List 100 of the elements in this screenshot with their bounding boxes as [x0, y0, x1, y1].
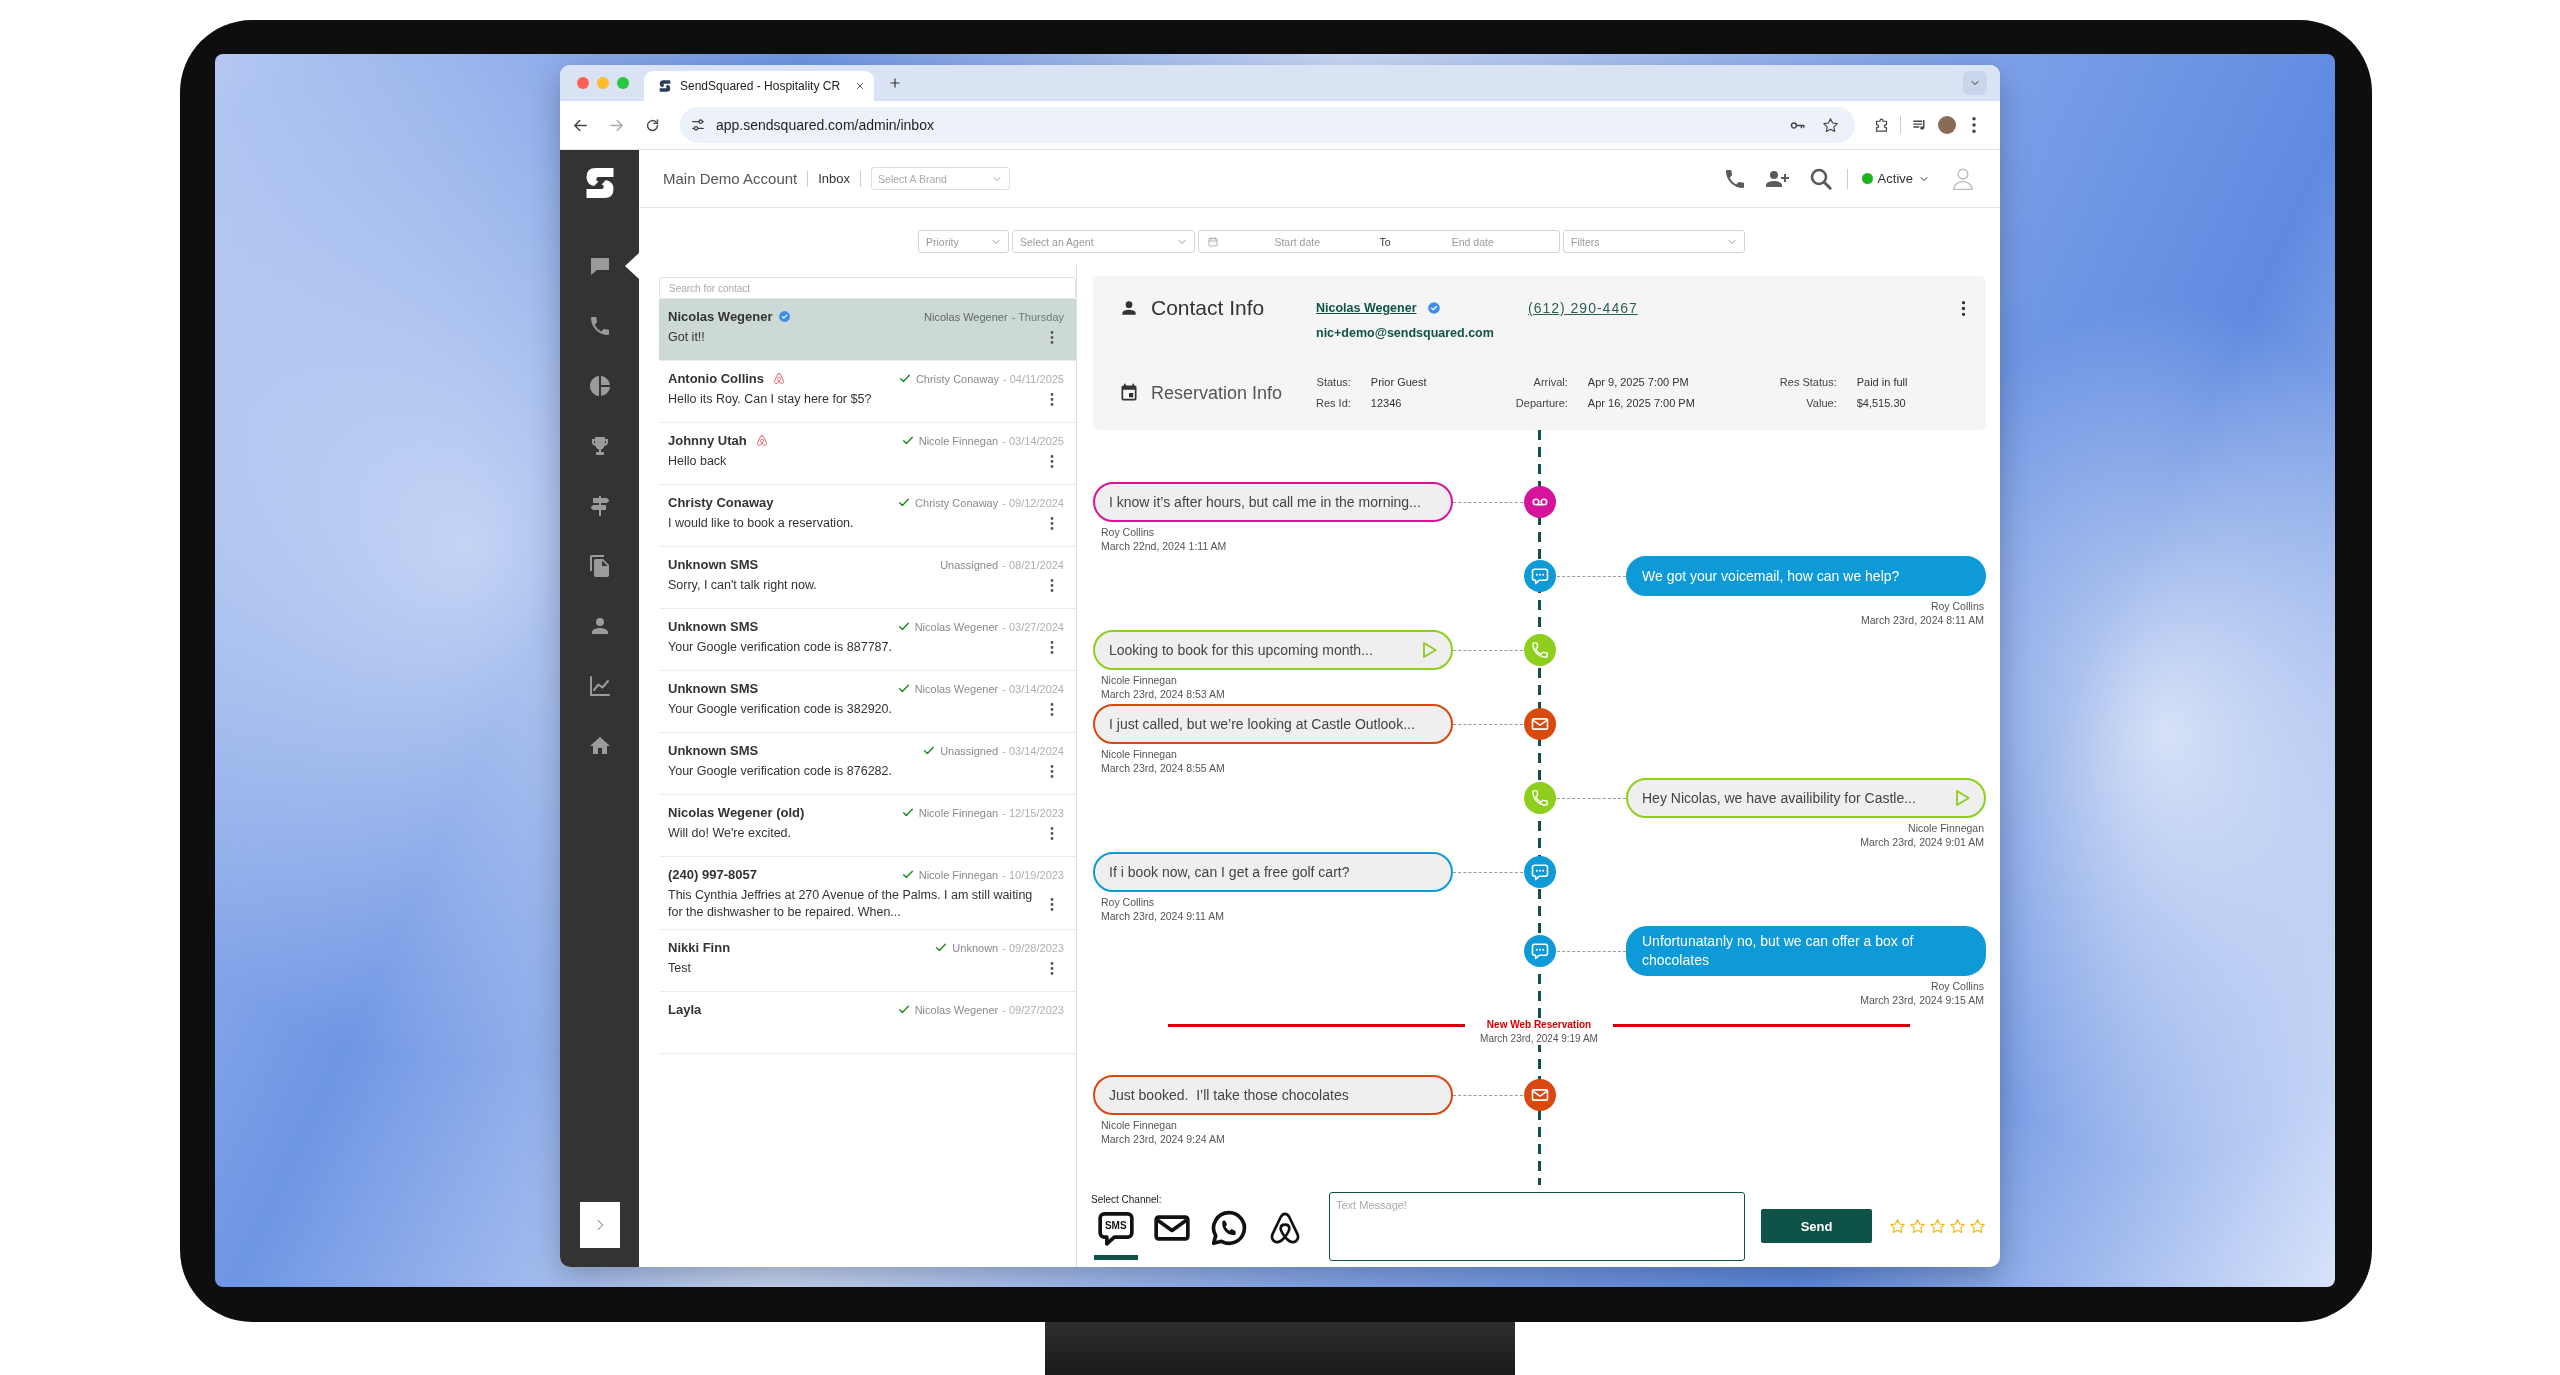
- field-value: 12346: [1370, 396, 1403, 411]
- contact-name-link[interactable]: Nicolas Wegener: [1316, 301, 1417, 315]
- assigned-agent: Unassigned: [940, 744, 999, 757]
- star-icon[interactable]: [1969, 1217, 1986, 1235]
- contact-name: Unknown SMS: [668, 619, 759, 634]
- copy-icon: [587, 554, 612, 578]
- sender-name: Nicole Finnegan: [1908, 821, 1984, 835]
- contact-name: (240) 997-8057: [668, 867, 757, 882]
- connector-line: [1453, 649, 1523, 651]
- star-icon[interactable]: [1949, 1217, 1966, 1235]
- envelope-icon[interactable]: [1523, 1079, 1556, 1111]
- message-preview: Your Google verification code is 382920.: [668, 701, 893, 718]
- sender-name: Nicole Finnegan: [1101, 1118, 1177, 1132]
- new-tab-icon[interactable]: [888, 76, 902, 90]
- contact-row[interactable]: Christy Conaway Christy Conaway - 09/12/2024 I would like to book a reservation.: [659, 485, 1076, 547]
- message-text: I know it’s after hours, but call me in the morning...: [1109, 492, 1422, 512]
- message-preview: Sorry, I can't talk right now.: [668, 577, 818, 594]
- field-label: Status:: [1316, 375, 1351, 390]
- assigned-agent: Unknown: [952, 941, 999, 954]
- message-date: - 09/12/2024: [1002, 496, 1064, 509]
- star-icon[interactable]: [1909, 1217, 1926, 1235]
- message-text: If i book now, can I get a free golf cart?: [1109, 862, 1351, 882]
- contact-row[interactable]: Unknown SMS Unassigned - 08/21/2024 Sorry, I can't talk right now.: [659, 547, 1076, 609]
- inbox-label: Inbox: [818, 171, 851, 186]
- contact-name: Johnny Utah: [668, 433, 747, 448]
- voicemail-icon[interactable]: [1523, 486, 1556, 518]
- sms-channel-button[interactable]: SMS: [1094, 1208, 1138, 1260]
- site-settings-icon[interactable]: [690, 117, 706, 133]
- message-field[interactable]: Text Message!: [1329, 1191, 1746, 1261]
- contact-row[interactable]: (240) 997-8057 Nicole Finnegan - 10/19/2023 This Cynthia Jeffries at 270 Avenue of the Palms. I am still waiting for the dishwasher to be repaired. When...: [659, 857, 1076, 930]
- star-icon[interactable]: [1929, 1217, 1946, 1235]
- field-label: Value:: [1805, 396, 1837, 411]
- extensions-icon[interactable]: [1873, 116, 1890, 134]
- star-rating[interactable]: [1889, 1217, 1986, 1235]
- calendar-icon: [1207, 235, 1219, 248]
- contact-row[interactable]: Nicolas Wegener Nicolas Wegener - Thursday Got it!!: [659, 299, 1076, 361]
- contact-row[interactable]: Nikki Finn Unknown - 09/28/2023 Test: [659, 930, 1076, 992]
- assigned-agent: Nicolas Wegener: [924, 310, 1008, 323]
- phone-link[interactable]: (612) 290-4467: [1528, 300, 1638, 316]
- field-label: Arrival:: [1532, 375, 1568, 390]
- connector-line: [1453, 501, 1523, 503]
- status-dropdown[interactable]: Active: [1861, 171, 1930, 186]
- browser-tab[interactable]: SendSquared - Hospitality CR: [644, 71, 874, 101]
- message-date: - 08/21/2024: [1002, 558, 1064, 571]
- chat-bubble-icon[interactable]: [1523, 560, 1556, 592]
- send-button[interactable]: Send: [1761, 1209, 1872, 1243]
- star-icon[interactable]: [1822, 116, 1839, 134]
- message-time: March 23rd, 2024 9:11 AM: [1101, 909, 1224, 923]
- contact-row[interactable]: Nicolas Wegener (old) Nicole Finnegan - 12/15/2023 Will do! We're excited.: [659, 795, 1076, 857]
- envelope-icon[interactable]: [1523, 708, 1556, 740]
- message-date: - Thursday: [1011, 310, 1064, 323]
- message-text: I just called, but we’re looking at Castle Outlook...: [1109, 714, 1416, 734]
- chat-bubble-icon[interactable]: [1523, 935, 1556, 967]
- avatar-icon[interactable]: [1938, 116, 1956, 134]
- contact-row[interactable]: Unknown SMS Unassigned - 03/14/2024 Your Google verification code is 876282.: [659, 733, 1076, 795]
- expand-button[interactable]: [579, 1202, 620, 1248]
- more-icon[interactable]: [1050, 393, 1054, 406]
- connector-line: [1556, 950, 1626, 952]
- more-icon[interactable]: [1050, 641, 1054, 654]
- assigned-agent: Nicole Finnegan: [918, 868, 999, 881]
- more-icon[interactable]: [1961, 300, 1966, 316]
- more-icon[interactable]: [1050, 962, 1054, 975]
- field-label: Res Status:: [1779, 375, 1837, 390]
- more-icon[interactable]: [1050, 455, 1054, 468]
- more-icon[interactable]: [1050, 517, 1054, 530]
- field-value: Apr 16, 2025 7:00 PM: [1587, 396, 1696, 411]
- more-icon[interactable]: [1050, 703, 1054, 716]
- contact-name: Nicolas Wegener (old): [668, 805, 805, 820]
- contact-row[interactable]: Unknown SMS Nicolas Wegener - 03/27/2024 Your Google verification code is 887787.: [659, 609, 1076, 671]
- message-preview: Your Google verification code is 887787.: [668, 639, 893, 656]
- contact-row[interactable]: Antonio Collins Christy Conaway - 04/11/2025 Hello its Roy. Can I stay here for $5?: [659, 361, 1076, 423]
- sender-name: Roy Collins: [1101, 525, 1155, 539]
- sender-name: Nicole Finnegan: [1101, 673, 1177, 687]
- more-icon[interactable]: [1050, 579, 1054, 592]
- more-icon[interactable]: [1972, 117, 1976, 133]
- star-icon[interactable]: [1889, 1217, 1906, 1235]
- reload-icon[interactable]: [644, 116, 661, 134]
- contact-row[interactable]: Layla Nicolas Wegener - 09/27/2023: [659, 992, 1076, 1054]
- more-icon[interactable]: [1050, 827, 1054, 840]
- message-preview: Your Google verification code is 876282.: [668, 763, 893, 780]
- message-text: Just booked. I’ll take those chocolates: [1109, 1085, 1350, 1105]
- address-bar[interactable]: app.sendsquared.com/admin/inbox: [680, 107, 1855, 143]
- more-icon[interactable]: [1050, 897, 1054, 911]
- account-name[interactable]: Main Demo Account: [663, 170, 798, 187]
- contact-search-field[interactable]: Search for contact: [659, 277, 1076, 299]
- message-preview: Hello back: [668, 453, 728, 470]
- close-icon[interactable]: [855, 81, 865, 91]
- contact-row[interactable]: Johnny Utah Nicole Finnegan - 03/14/2025 Hello back: [659, 423, 1076, 485]
- more-icon[interactable]: [1050, 331, 1054, 344]
- more-icon[interactable]: [1050, 765, 1054, 778]
- message-date: - 04/11/2025: [1003, 372, 1064, 385]
- message-preview: I would like to book a reservation.: [668, 515, 855, 532]
- connector-line: [1556, 797, 1626, 799]
- contact-row[interactable]: Unknown SMS Nicolas Wegener - 03/14/2024 Your Google verification code is 382920.: [659, 671, 1076, 733]
- message-time: March 23rd, 2024 8:11 AM: [1861, 613, 1984, 627]
- search-icon[interactable]: [1808, 166, 1833, 191]
- chat-bubble-icon[interactable]: [1523, 856, 1556, 888]
- field-value: Paid in full: [1856, 375, 1908, 390]
- field-label: Departure:: [1515, 396, 1568, 411]
- message-date: - 03/14/2025: [1002, 434, 1064, 447]
